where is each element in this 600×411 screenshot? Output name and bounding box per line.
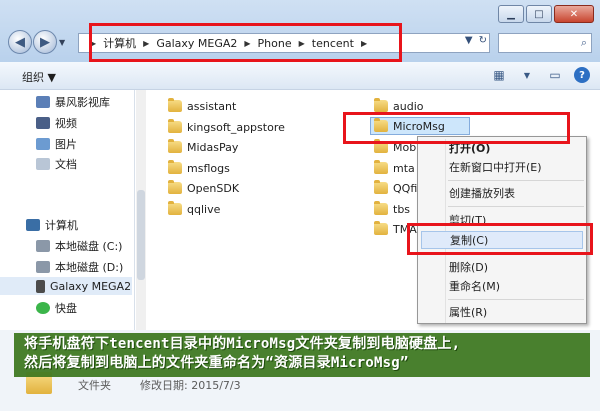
file-name: tbs [393, 202, 411, 216]
nav-item-label: 视频 [55, 117, 77, 130]
details-type: 文件夹 [78, 379, 111, 392]
document-icon [36, 158, 50, 170]
details-modified: 修改日期: 2015/7/3 [140, 379, 241, 392]
menu-separator [448, 180, 584, 181]
nav-item-label: 暴风影视库 [55, 96, 110, 109]
highlight-address-box [89, 23, 402, 62]
folder-icon [168, 139, 182, 153]
instruction-banner: 将手机盘符下tencent目录中的MicroMsg文件夹复制到电脑硬盘上, 然后… [14, 333, 590, 377]
menu-item-properties[interactable]: 属性(R) [418, 303, 586, 321]
folder-icon [374, 201, 388, 215]
menu-item-delete[interactable]: 删除(D) [418, 258, 586, 276]
close-icon[interactable]: ✕ [554, 5, 594, 23]
list-item[interactable]: msflogs [168, 159, 230, 177]
nav-item-label: 计算机 [45, 219, 78, 232]
help-icon[interactable]: ? [574, 67, 590, 83]
folder-icon [374, 180, 388, 194]
list-item[interactable]: QQfil [374, 179, 420, 197]
menu-item-rename[interactable]: 重命名(M) [418, 277, 586, 295]
change-view-icon[interactable]: ▦ [490, 67, 508, 83]
folder-icon [168, 180, 182, 194]
organize-button[interactable]: 组织 ▼ [22, 69, 56, 85]
preview-pane-icon[interactable]: ▭ [546, 67, 564, 83]
maximize-icon[interactable]: □ [526, 5, 552, 23]
explorer-window: ▁ □ ✕ ◀ ▶ ▼ ▶ 计算机 ▶ Galaxy MEGA2 ▶ Phone… [0, 0, 600, 411]
list-item[interactable]: OpenSDK [168, 179, 239, 197]
nav-item-galaxy-mega2[interactable]: Galaxy MEGA2 [0, 277, 132, 295]
refresh-icon[interactable]: ↻ [479, 35, 487, 46]
list-item[interactable]: qqlive [168, 200, 220, 218]
file-name: audio [393, 99, 424, 113]
folder-icon [168, 160, 182, 174]
list-item[interactable]: kingsoft_appstore [168, 118, 285, 136]
menu-item-open-new-window[interactable]: 在新窗口中打开(E) [418, 158, 586, 176]
menu-separator [448, 299, 584, 300]
file-name: msflogs [187, 161, 230, 175]
file-name: mta [393, 161, 415, 175]
view-dropdown-icon[interactable]: ▼ [518, 67, 536, 83]
kuaipan-icon [36, 302, 50, 314]
menu-separator [448, 206, 584, 207]
command-bar: 组织 ▼ ▦ ▼ ▭ ? [0, 62, 600, 90]
list-item[interactable]: assistant [168, 97, 236, 115]
view-controls: ▦ ▼ ▭ ? [490, 67, 590, 83]
list-item[interactable]: mta [374, 159, 415, 177]
highlight-copy-box [407, 223, 593, 255]
video-library-icon [36, 96, 50, 108]
file-name: kingsoft_appstore [187, 120, 285, 134]
phone-icon [36, 279, 45, 293]
instruction-line-1: 将手机盘符下tencent目录中的MicroMsg文件夹复制到电脑硬盘上, [24, 336, 461, 352]
folder-icon [374, 221, 388, 235]
video-icon [36, 117, 50, 129]
highlight-micromsg-box [343, 112, 570, 144]
folder-icon [374, 160, 388, 174]
forward-icon[interactable]: ▶ [33, 30, 57, 54]
nav-item-label: 图片 [55, 138, 77, 151]
disk-icon [36, 261, 50, 273]
nav-item-label: 文档 [55, 158, 77, 171]
nav-item-label: 本地磁盘 (D:) [55, 261, 124, 274]
file-name: OpenSDK [187, 181, 240, 195]
nav-item-drive-d[interactable]: 本地磁盘 (D:) [36, 258, 123, 276]
nav-item-label: 快盘 [55, 302, 77, 315]
nav-item-pictures[interactable]: 图片 [36, 135, 77, 153]
nav-buttons: ◀ ▶ ▼ [8, 30, 65, 54]
computer-icon [26, 219, 40, 231]
list-item[interactable]: MidasPay [168, 138, 238, 156]
search-input[interactable]: ⌕ [498, 33, 592, 53]
minimize-icon[interactable]: ▁ [498, 5, 524, 23]
nav-item-label: Galaxy MEGA2 [50, 279, 132, 293]
address-dropdown-icon[interactable]: ▼ [465, 35, 473, 46]
nav-item-video-library[interactable]: 暴风影视库 [36, 93, 110, 111]
nav-item-videos[interactable]: 视频 [36, 114, 77, 132]
folder-icon [168, 201, 182, 215]
file-name: qqlive [187, 202, 221, 216]
back-icon[interactable]: ◀ [8, 30, 32, 54]
menu-item-create-playlist[interactable]: 创建播放列表 [418, 184, 586, 202]
disk-icon [36, 240, 50, 252]
file-name: MidasPay [187, 140, 239, 154]
nav-item-label: 本地磁盘 (C:) [55, 240, 123, 253]
folder-icon [374, 98, 388, 112]
history-dropdown-icon[interactable]: ▼ [59, 38, 65, 47]
file-name: assistant [187, 99, 237, 113]
window-controls: ▁ □ ✕ [498, 5, 594, 23]
instruction-line-2: 然后将复制到电脑上的文件夹重命名为“资源目录MicroMsg” [24, 355, 409, 371]
list-item[interactable]: tbs [374, 200, 410, 218]
address-actions: ▼ ↻ [465, 35, 487, 46]
folder-icon [168, 119, 182, 133]
nav-item-drive-c[interactable]: 本地磁盘 (C:) [36, 237, 122, 255]
search-icon[interactable]: ⌕ [581, 36, 587, 50]
nav-item-computer[interactable]: 计算机 [26, 216, 78, 234]
picture-icon [36, 138, 50, 150]
instruction-text: 将手机盘符下tencent目录中的MicroMsg文件夹复制到电脑硬盘上, 然后… [24, 335, 584, 373]
folder-icon [168, 98, 182, 112]
nav-item-documents[interactable]: 文档 [36, 155, 77, 173]
nav-item-kuaipan[interactable]: 快盘 [36, 299, 77, 317]
scrollbar-thumb[interactable] [137, 190, 145, 280]
